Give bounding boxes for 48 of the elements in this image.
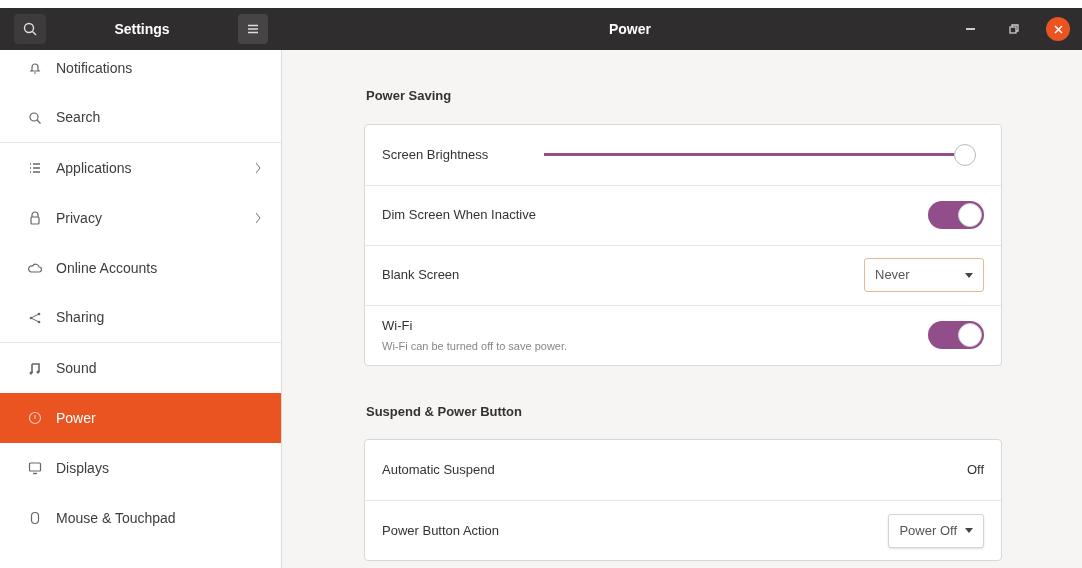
setting-description: Wi-Fi can be turned off to save power. — [382, 339, 568, 354]
caret-down-icon — [965, 528, 973, 533]
restore-icon — [1009, 24, 1019, 34]
sidebar-item[interactable]: Displays — [14, 443, 281, 493]
close-icon — [1053, 24, 1063, 34]
power-icon — [28, 411, 42, 425]
section-heading: Power Saving — [365, 87, 453, 105]
search-icon — [28, 110, 42, 125]
cloud-icon — [28, 261, 42, 275]
display-icon — [28, 461, 42, 475]
music-icon — [28, 361, 42, 375]
setting-label: Power Button Action — [382, 521, 500, 540]
minimize-icon — [965, 28, 975, 30]
sidebar-item[interactable]: Search — [0, 93, 281, 143]
chevron-right-icon — [255, 162, 261, 174]
sidebar-item[interactable]: Privacy — [14, 193, 281, 243]
menu-button[interactable] — [238, 14, 268, 44]
setting-value: Off — [966, 461, 984, 480]
setting-label: Automatic Suspend — [382, 461, 495, 480]
close-button[interactable] — [1046, 17, 1070, 41]
chevron-right-icon — [255, 212, 261, 224]
sidebar-item[interactable]: Sharing — [0, 293, 281, 343]
setting-label: Wi-Fi — [382, 316, 414, 335]
bell-icon — [28, 61, 42, 75]
slider-handle[interactable] — [953, 143, 976, 166]
menu-icon — [248, 24, 258, 34]
dropdown[interactable]: Power Off — [888, 513, 984, 548]
setting-label: Dim Screen When Inactive — [382, 206, 536, 225]
setting-label: Blank Screen — [382, 266, 460, 285]
mouse-icon — [28, 511, 42, 525]
sidebar-item[interactable]: Applications — [14, 143, 281, 193]
search-button[interactable] — [14, 14, 46, 44]
window-title: Power — [608, 19, 652, 39]
lock-icon — [28, 211, 42, 225]
sidebar-title: Settings — [113, 19, 171, 39]
setting-label: Screen Brightness — [382, 145, 489, 164]
section-heading: Suspend & Power Button — [365, 402, 523, 421]
sidebar-item[interactable]: Sound — [14, 343, 281, 393]
sidebar-item[interactable]: Notifications — [14, 50, 281, 93]
sidebar-item[interactable]: Mouse & Touchpad — [14, 493, 281, 543]
dropdown[interactable]: Never — [864, 258, 984, 292]
toggle-switch[interactable] — [928, 201, 984, 229]
sidebar-item[interactable]: Online Accounts — [14, 243, 281, 293]
caret-down-icon — [965, 272, 973, 278]
toggle-switch[interactable] — [928, 321, 984, 349]
share-icon — [28, 310, 42, 325]
sidebar-item[interactable]: Power — [0, 393, 281, 443]
search-icon — [23, 22, 37, 36]
